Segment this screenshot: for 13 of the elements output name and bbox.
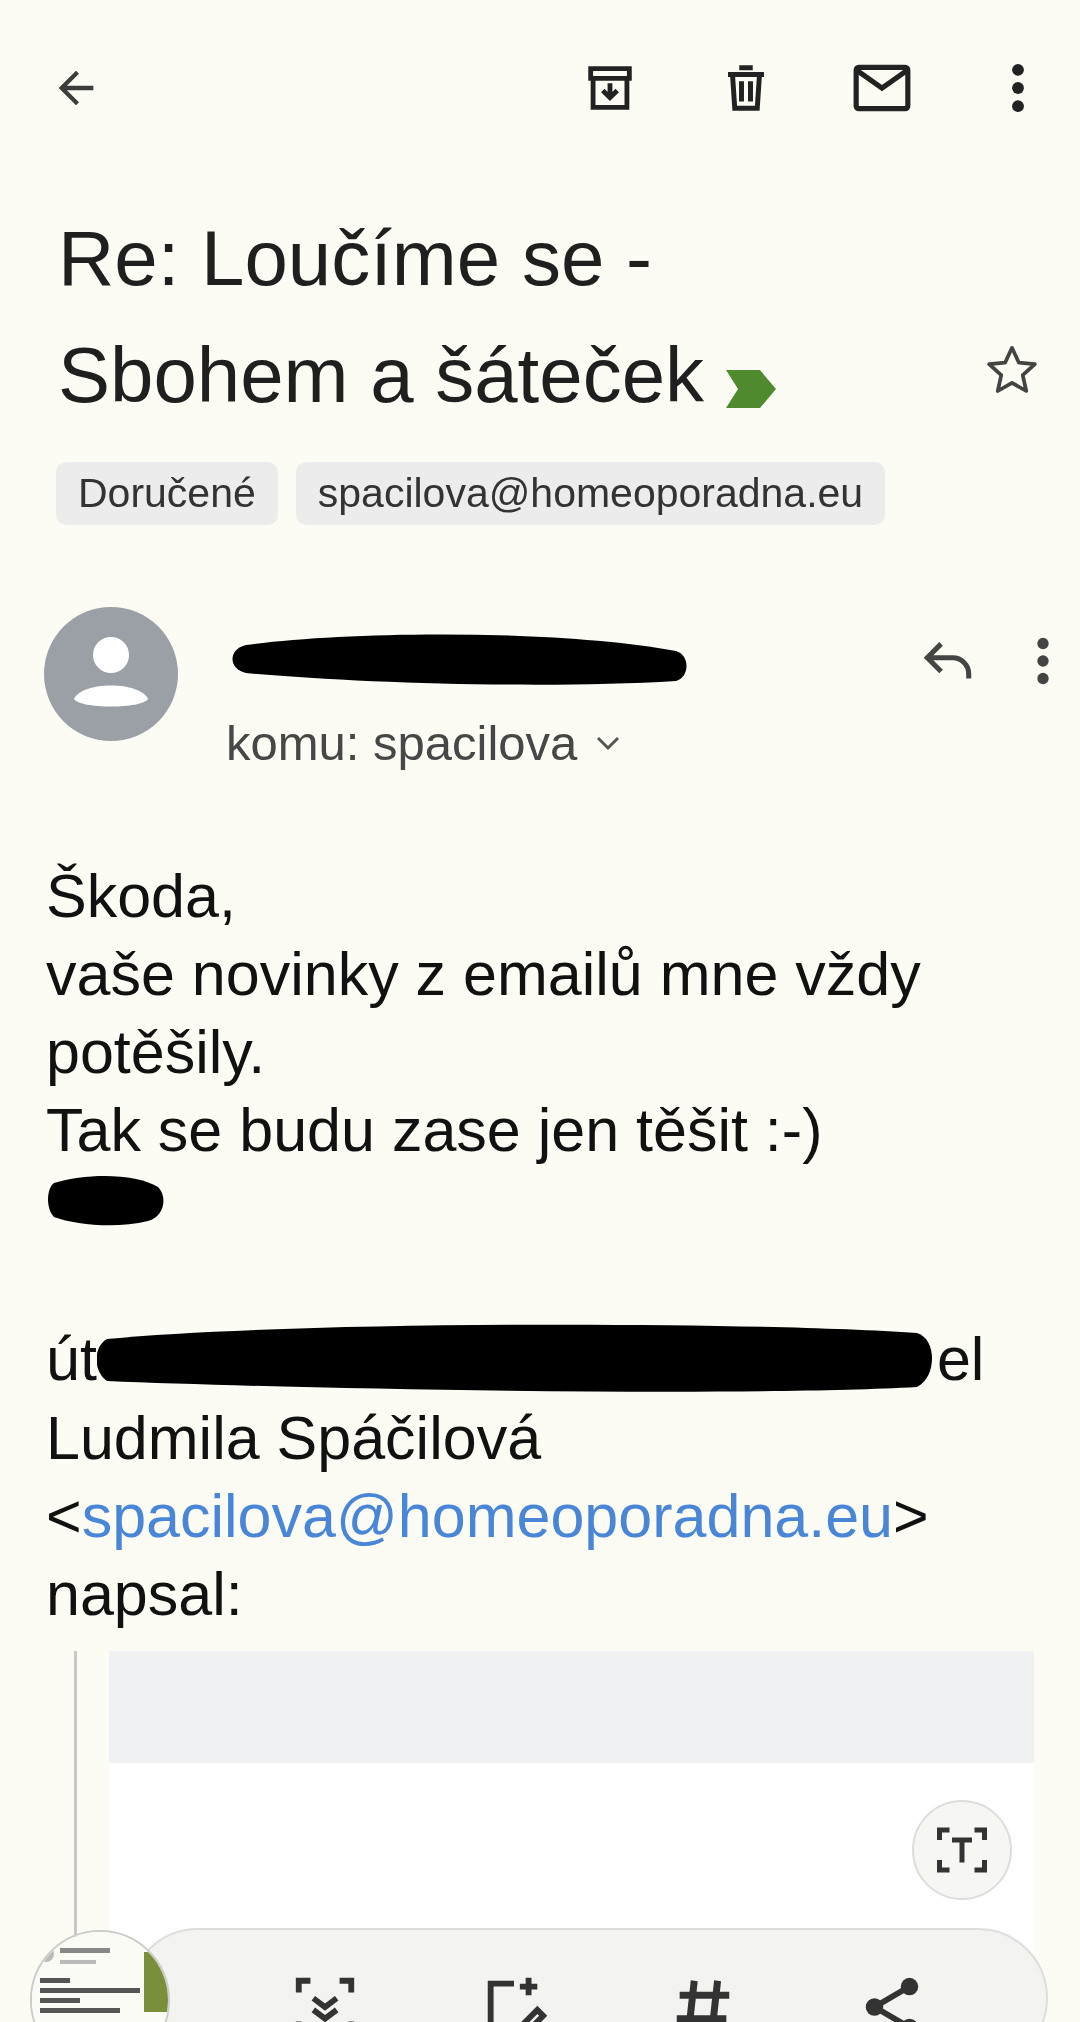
message-line: Škoda, [46, 860, 237, 932]
quote-header: Ludmila Spáčilová <spacilova@homeoporadna.eu> napsal: [46, 1402, 930, 1630]
label-chip[interactable]: Doručené [56, 461, 278, 525]
avatar-icon [44, 606, 178, 741]
label-chip[interactable]: spacilova@homeoporadna.eu [295, 461, 886, 525]
email-link[interactable]: spacilova@homeoporadna.eu [81, 1481, 894, 1550]
message-line: vaše novinky z emailů mne vždy [46, 938, 922, 1010]
date-text: el [936, 1323, 985, 1395]
email-subject: Re: Loučíme se - Sbohem a šáteček [58, 200, 898, 440]
message-line: Tak se budu zase jen těšit :-) [46, 1094, 824, 1166]
recipient-text: komu: spacilova [226, 714, 578, 771]
message-line: potěšily. [46, 1016, 267, 1088]
date-text: út [46, 1323, 97, 1395]
